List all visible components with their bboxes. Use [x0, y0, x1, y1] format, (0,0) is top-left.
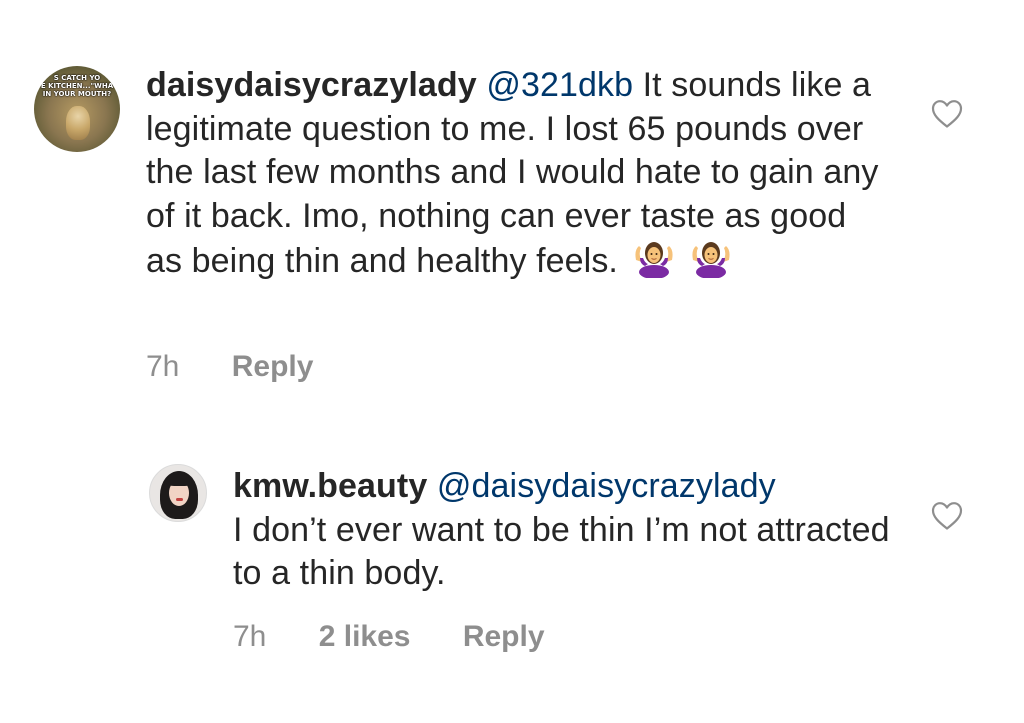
comment-mention[interactable]: @321dkb [486, 66, 633, 104]
comment-meta: 7h 2 likes Reply [233, 620, 545, 654]
comment-body: kmw.beauty @daisydaisycrazylady I don’t … [233, 465, 893, 596]
avatar-meme-text: S CATCH YO E KITCHEN..."WHA IN YOUR MOUTH? [40, 74, 114, 98]
avatar[interactable] [149, 464, 207, 522]
comment-meta: 7h Reply [146, 350, 313, 384]
reply-button[interactable]: Reply [232, 350, 314, 383]
avatar-bangs [166, 474, 193, 486]
comment-mention[interactable]: @daisydaisycrazylady [437, 467, 776, 505]
avatar-creature-image [66, 106, 90, 140]
reply-button[interactable]: Reply [463, 620, 545, 653]
heart-outline-icon[interactable] [931, 99, 963, 129]
woman-shrugging-emoji [632, 238, 676, 290]
avatar-lips [176, 498, 183, 501]
comment-body: daisydaisycrazylady @321dkb It sounds li… [146, 64, 886, 290]
avatar[interactable]: S CATCH YO E KITCHEN..."WHA IN YOUR MOUTH? [34, 66, 120, 152]
heart-outline-icon[interactable] [931, 501, 963, 531]
comment-timestamp: 7h [233, 620, 267, 653]
comment-text: I don’t ever want to be thin I’m not att… [233, 510, 890, 593]
woman-shrugging-emoji [689, 238, 733, 290]
comment-timestamp: 7h [146, 350, 180, 383]
likes-count[interactable]: 2 likes [319, 620, 411, 653]
comment-username[interactable]: daisydaisycrazylady [146, 66, 477, 104]
comment-username[interactable]: kmw.beauty [233, 467, 427, 505]
